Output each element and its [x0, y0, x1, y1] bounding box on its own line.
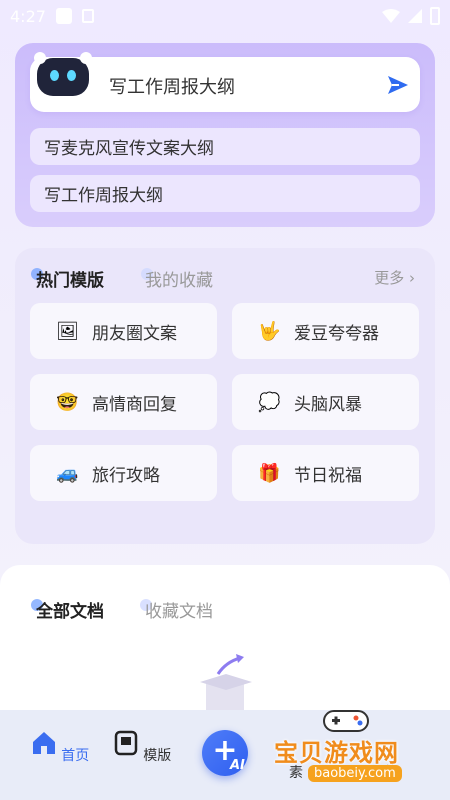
picture-icon: 🖼	[56, 320, 79, 342]
wifi-icon	[382, 9, 400, 23]
watermark: 宝贝游戏网 baobeiy.com	[270, 705, 450, 800]
tab-favorite-documents[interactable]: 收藏文档	[145, 597, 213, 622]
tab-hot-templates[interactable]: 热门模版	[36, 266, 104, 291]
ai-create-button[interactable]: + AI	[202, 730, 248, 776]
more-link[interactable]: 更多 ›	[374, 267, 415, 288]
status-time: 4:27	[10, 6, 46, 26]
suggestion-item[interactable]: 写麦克风宣传文案大纲	[30, 128, 420, 165]
watermark-url: baobeiy.com	[308, 765, 402, 782]
nerd-face-icon: 🤓	[56, 391, 79, 413]
empty-box-icon	[200, 654, 252, 710]
template-label: 节日祝福	[294, 465, 362, 486]
notification-icon	[55, 8, 72, 24]
gamepad-icon	[323, 710, 369, 732]
robot-eye-left	[50, 70, 59, 81]
tab-my-favorites[interactable]: 我的收藏	[145, 266, 213, 291]
robot-avatar-icon	[34, 52, 92, 96]
watermark-title: 宝贝游戏网	[274, 739, 399, 767]
template-item[interactable]: 🖼 朋友圈文案	[30, 303, 217, 359]
template-label: 旅行攻略	[92, 465, 160, 486]
template-label: 头脑风暴	[294, 394, 362, 415]
sim-icon	[81, 9, 94, 23]
tab-all-documents[interactable]: 全部文档	[36, 597, 104, 622]
send-icon[interactable]	[387, 74, 409, 96]
template-item[interactable]: 💭 头脑风暴	[232, 374, 419, 430]
robot-ear-right	[80, 52, 92, 64]
template-icon	[114, 730, 138, 756]
template-label: 爱豆夸夸器	[294, 323, 379, 344]
nav-templates[interactable]: 模版	[112, 730, 172, 765]
template-item[interactable]: 🎁 节日祝福	[232, 445, 419, 501]
suggestion-item[interactable]: 写工作周报大纲	[30, 175, 420, 212]
template-label: 朋友圈文案	[92, 323, 177, 344]
nav-home[interactable]: 首页	[30, 730, 90, 765]
robot-eye-right	[67, 70, 76, 81]
templates-card: 热门模版 我的收藏 更多 › 🖼 朋友圈文案 🤟 爱豆夸夸器 🤓 高情商回复 💭…	[15, 248, 435, 544]
template-item[interactable]: 🚙 旅行攻略	[30, 445, 217, 501]
battery-icon	[430, 7, 440, 25]
nav-home-label: 首页	[61, 748, 90, 764]
template-item[interactable]: 🤓 高情商回复	[30, 374, 217, 430]
rock-hand-icon: 🤟	[258, 320, 281, 342]
ai-prompt-card: 写工作周报大纲 写麦克风宣传文案大纲 写工作周报大纲	[15, 43, 435, 227]
nav-templates-label: 模版	[143, 748, 172, 764]
car-icon: 🚙	[56, 462, 79, 484]
template-label: 高情商回复	[92, 394, 177, 415]
home-icon	[32, 732, 55, 754]
signal-icon	[408, 9, 422, 23]
ai-badge: AI	[230, 758, 245, 773]
thought-bubble-icon: 💭	[258, 391, 281, 413]
template-item[interactable]: 🤟 爱豆夸夸器	[232, 303, 419, 359]
gift-icon: 🎁	[258, 462, 281, 484]
status-bar: 4:27	[0, 0, 450, 32]
prompt-input-text[interactable]: 写工作周报大纲	[109, 73, 235, 99]
robot-ear-left	[34, 52, 46, 64]
